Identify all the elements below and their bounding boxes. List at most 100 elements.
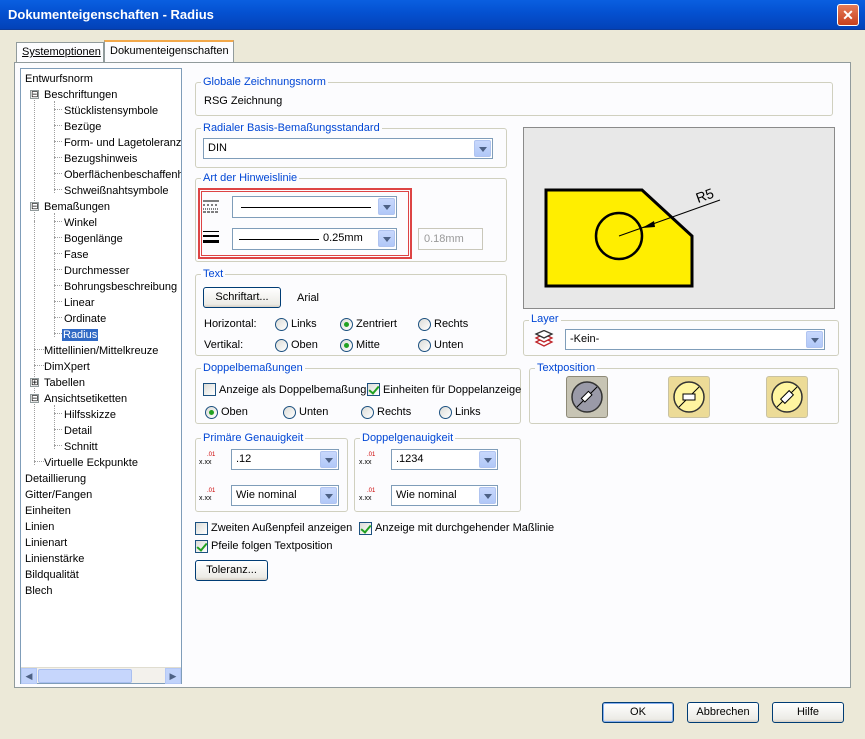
tree-item-label: Entwurfsnorm: [25, 73, 93, 85]
tab-systemoptionen[interactable]: Systemoptionen: [16, 42, 104, 62]
chevron-down-icon[interactable]: [378, 198, 395, 215]
tree-item-hilfsskizze[interactable]: Hilfsskizze: [64, 407, 116, 423]
radio-dual-unten[interactable]: [283, 406, 296, 419]
tree-item-winkel[interactable]: Winkel: [64, 215, 97, 231]
tree-item-oberflaechen[interactable]: Oberflächenbeschaffenheit: [64, 167, 181, 183]
tab-dokumenteigenschaften[interactable]: Dokumenteigenschaften: [104, 40, 234, 63]
scroll-thumb[interactable]: [38, 669, 132, 683]
tree-item-beschriftungen[interactable]: Beschriftungen: [44, 87, 117, 103]
tree-item-detaillierung[interactable]: Detaillierung: [25, 471, 86, 487]
tree-item-dimxpert[interactable]: DimXpert: [44, 359, 90, 375]
tree-item-bohrungsbeschreibung[interactable]: Bohrungsbeschreibung: [64, 279, 177, 295]
tree-item-bildqualitaet[interactable]: Bildqualität: [25, 567, 79, 583]
tree-item-ansichtsetiketten[interactable]: Ansichtsetiketten: [44, 391, 127, 407]
tree-item-tabellen[interactable]: Tabellen: [44, 375, 85, 391]
chevron-down-icon[interactable]: [479, 487, 496, 504]
show-dual-checkbox[interactable]: [203, 383, 216, 396]
tree-item-bemassungen[interactable]: Bemaßungen: [44, 199, 110, 215]
tree-item-bezuege[interactable]: Bezüge: [64, 119, 101, 135]
tree-item-schweissnahtsymbole[interactable]: Schweißnahtsymbole: [64, 183, 169, 199]
chevron-down-icon[interactable]: [479, 451, 496, 468]
primary-precision-label: Primäre Genauigkeit: [201, 432, 306, 445]
help-button[interactable]: Hilfe: [772, 702, 844, 723]
text-position-aligned-button[interactable]: [566, 376, 608, 418]
tree-item-bogenlaenge[interactable]: Bogenlänge: [64, 231, 123, 247]
tree-item-ordinate[interactable]: Ordinate: [64, 311, 106, 327]
dual-tolerance-precision-select[interactable]: Wie nominal: [391, 485, 498, 506]
radio-h-links[interactable]: [275, 318, 288, 331]
tree-item-stuecklistensymbole[interactable]: Stücklistensymbole: [64, 103, 158, 119]
arrows-follow-checkbox[interactable]: [195, 540, 208, 553]
ok-button[interactable]: OK: [602, 702, 674, 723]
radio-dual-oben[interactable]: [205, 406, 218, 419]
tree-item-blech[interactable]: Blech: [25, 583, 53, 599]
tree-item-linear[interactable]: Linear: [64, 295, 95, 311]
tree-item-einheiten[interactable]: Einheiten: [25, 503, 71, 519]
tree-item-detail[interactable]: Detail: [64, 423, 92, 439]
expand-icon[interactable]: ⊞: [30, 378, 39, 387]
radio-v-unten[interactable]: [418, 339, 431, 352]
tree-item-label: Mittellinien/Mittelkreuze: [44, 345, 159, 357]
close-button[interactable]: ✕: [837, 4, 859, 26]
collapse-icon[interactable]: ⊟: [30, 90, 39, 99]
layer-value: -Kein-: [570, 333, 600, 345]
tree-connector: [54, 269, 62, 270]
window-title: Dokumenteigenschaften - Radius: [8, 7, 214, 22]
tree-item-fase[interactable]: Fase: [64, 247, 88, 263]
layer-select[interactable]: -Kein-: [565, 329, 825, 350]
tree-horizontal-scrollbar[interactable]: ◀ ▶: [21, 667, 181, 684]
continuous-line-checkbox[interactable]: [359, 522, 372, 535]
primary-tolerance-precision-select[interactable]: Wie nominal: [231, 485, 339, 506]
cancel-button[interactable]: Abbrechen: [687, 702, 759, 723]
layer-icon: [534, 330, 554, 347]
line-style-select[interactable]: [232, 196, 397, 218]
tree-item-label: Bogenlänge: [64, 233, 123, 245]
second-arrow-checkbox[interactable]: [195, 522, 208, 535]
dual-precision-select[interactable]: .1234: [391, 449, 498, 470]
tree-item-entwurfsnorm[interactable]: Entwurfsnorm: [25, 71, 93, 87]
tree-item-schnitt[interactable]: Schnitt: [64, 439, 98, 455]
font-button[interactable]: Schriftart...: [203, 287, 281, 308]
tree-item-radius[interactable]: Radius: [62, 327, 99, 343]
radio-h-rechts[interactable]: [418, 318, 431, 331]
continuous-line-label: Anzeige mit durchgehender Maßlinie: [375, 522, 555, 534]
precision-icon: .01 x.xx: [359, 452, 376, 466]
tree-item-durchmesser[interactable]: Durchmesser: [64, 263, 129, 279]
line-thickness-select[interactable]: 0.25mm: [232, 228, 397, 250]
scroll-left-icon[interactable]: ◀: [21, 668, 37, 684]
chevron-down-icon[interactable]: [320, 451, 337, 468]
primary-precision-select[interactable]: .12: [231, 449, 339, 470]
radio-dual-links[interactable]: [439, 406, 452, 419]
tree-item-mittellinien[interactable]: Mittellinien/Mittelkreuze: [44, 343, 158, 359]
svg-text:.01: .01: [367, 488, 376, 494]
tree-item-linien[interactable]: Linien: [25, 519, 54, 535]
collapse-icon[interactable]: ⊟: [30, 394, 39, 403]
dual-units-checkbox[interactable]: [367, 383, 380, 396]
chevron-down-icon[interactable]: [378, 230, 395, 247]
text-position-inline-button[interactable]: [766, 376, 808, 418]
tree-item-label: Schnitt: [64, 441, 98, 453]
radial-standard-select[interactable]: DIN: [203, 138, 493, 159]
scroll-right-icon[interactable]: ▶: [165, 668, 181, 684]
chevron-down-icon[interactable]: [320, 487, 337, 504]
tolerance-button[interactable]: Toleranz...: [195, 560, 268, 581]
tree-item-form-lagetoleranzen[interactable]: Form- und Lagetoleranzen: [64, 135, 181, 151]
radio-dual-rechts[interactable]: [361, 406, 374, 419]
tree-item-virtuelle-eckpunkte[interactable]: Virtuelle Eckpunkte: [44, 455, 138, 471]
radio-v-mitte[interactable]: [340, 339, 353, 352]
tree-item-gitter-fangen[interactable]: Gitter/Fangen: [25, 487, 92, 503]
tree-item-bezugshinweis[interactable]: Bezugshinweis: [64, 151, 137, 167]
collapse-icon[interactable]: ⊟: [30, 202, 39, 211]
property-tree[interactable]: Entwurfsnorm ⊟ Beschriftungen Stückliste…: [20, 68, 182, 684]
text-position-horizontal-button[interactable]: [668, 376, 710, 418]
second-arrow-label: Zweiten Außenpfeil anzeigen: [211, 522, 353, 534]
radio-h-zentriert[interactable]: [340, 318, 353, 331]
tree-item-linienart[interactable]: Linienart: [25, 535, 67, 551]
radio-v-oben[interactable]: [275, 339, 288, 352]
chevron-down-icon[interactable]: [806, 331, 823, 348]
tree-item-label: Stücklistensymbole: [64, 105, 159, 117]
tree-item-linienstaerke[interactable]: Linienstärke: [25, 551, 84, 567]
chevron-down-icon[interactable]: [474, 140, 491, 157]
custom-thickness-field[interactable]: 0.18mm: [418, 228, 483, 250]
line-thickness-value: 0.25mm: [323, 232, 363, 244]
